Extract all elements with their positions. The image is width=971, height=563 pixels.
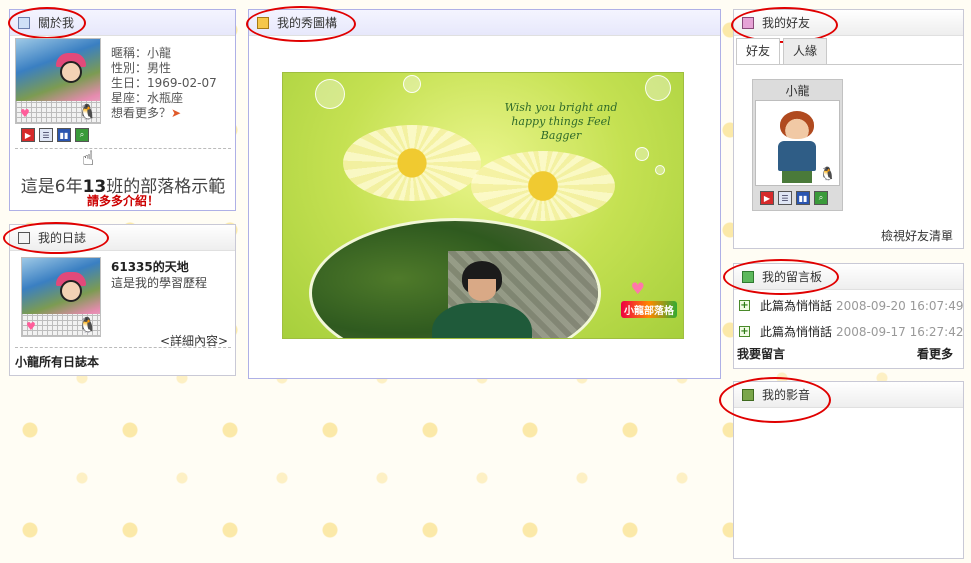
list-icon[interactable]: ☰ <box>778 191 792 205</box>
friends-header: 我的好友 <box>734 10 963 36</box>
guestbook-header: 我的留言板 <box>734 264 963 290</box>
diary-icon <box>18 231 30 244</box>
media-panel: 我的影音 <box>733 381 964 559</box>
blog-subtitle: 這是我的學習歷程 <box>111 276 208 290</box>
guestbook-icon <box>742 270 754 283</box>
daisy-flower <box>471 151 615 221</box>
diary-header: 我的日誌 <box>10 225 235 251</box>
list-icon[interactable]: ☰ <box>39 128 53 142</box>
media-header: 我的影音 <box>734 382 963 408</box>
birthday-text: 生日：1969-02-07 <box>111 76 217 90</box>
penguin-icon: 🐧 <box>78 103 97 121</box>
entry-text[interactable]: 此篇為悄悄話 <box>760 297 832 314</box>
penguin-icon: 🐧 <box>819 167 836 182</box>
friends-tabs: 好友 人緣 <box>736 38 830 64</box>
profile-icon <box>18 16 30 29</box>
guestbook-entry[interactable]: + 此篇為悄悄話 2008-09-20 16:07:49 <box>739 297 963 314</box>
expand-icon[interactable]: + <box>739 300 750 311</box>
tab-popularity[interactable]: 人緣 <box>783 38 828 64</box>
guestbook-see-more[interactable]: 看更多 <box>917 345 953 362</box>
photo-stamp: 小龍部落格 <box>621 301 677 318</box>
arrow-icon: ➤ <box>171 106 182 120</box>
photo-caption: Wish you bright and happy things Feel Ba… <box>504 101 618 142</box>
nickname-text: 暱稱：小龍 <box>111 46 172 60</box>
photo-portrait <box>309 218 601 338</box>
search-icon[interactable]: ⌕ <box>75 128 89 142</box>
about-info: 暱稱：小龍 性別：男性 生日：1969-02-07 星座：水瓶座 想看更多？➤ <box>111 46 217 121</box>
expand-icon[interactable]: + <box>739 326 750 337</box>
guestbook-entry[interactable]: + 此篇為悄悄話 2008-09-17 16:27:42 <box>739 323 963 340</box>
about-avatar[interactable]: ♥ 🐧 <box>15 38 101 124</box>
film-icon[interactable]: ▮▮ <box>57 128 71 142</box>
video-icon[interactable]: ▶ <box>760 191 774 205</box>
media-icon <box>742 388 754 401</box>
about-intro: 請多多介紹！ <box>86 194 159 208</box>
gender-text: 性別：男性 <box>111 61 172 75</box>
zodiac-text: 星座：水瓶座 <box>111 91 184 105</box>
film-icon[interactable]: ▮▮ <box>796 191 810 205</box>
heart-icon: ♥ <box>630 279 645 298</box>
showcase-photo[interactable]: Wish you bright and happy things Feel Ba… <box>282 72 684 339</box>
all-diaries-link[interactable]: 小龍所有日誌本 <box>15 353 99 370</box>
about-action-icons: ▶ ☰ ▮▮ ⌕ <box>21 128 89 142</box>
daisy-flower <box>343 125 481 201</box>
tab-friends[interactable]: 好友 <box>736 38 781 64</box>
media-title: 我的影音 <box>762 388 811 402</box>
about-divider <box>15 148 231 149</box>
guestbook-title: 我的留言板 <box>762 270 823 284</box>
view-friends-link[interactable]: 檢視好友清單 <box>881 227 953 244</box>
about-header: 關於我 <box>10 10 235 36</box>
about-title: 關於我 <box>38 16 75 30</box>
friend-icon <box>742 16 754 29</box>
penguin-icon: 🐧 <box>78 316 97 334</box>
blog-title[interactable]: 61335的天地 <box>111 258 189 275</box>
hand-cursor-icon: ☝ <box>82 146 95 170</box>
diary-avatar[interactable]: ♥ 🐧 <box>21 257 101 337</box>
showcase-title: 我的秀圖構 <box>277 16 338 30</box>
video-icon[interactable]: ▶ <box>21 128 35 142</box>
friends-title: 我的好友 <box>762 16 811 30</box>
entry-text[interactable]: 此篇為悄悄話 <box>760 323 832 340</box>
leave-message-link[interactable]: 我要留言 <box>737 345 785 362</box>
search-icon[interactable]: ⌕ <box>814 191 828 205</box>
diary-divider <box>15 347 231 348</box>
showcase-icon <box>257 16 269 29</box>
showcase-header: 我的秀圖構 <box>249 10 720 36</box>
entry-date: 2008-09-17 16:27:42 <box>836 324 964 339</box>
friend-avatar[interactable]: 🐧 <box>755 100 840 186</box>
friend-action-icons: ▶ ☰ ▮▮ ⌕ <box>760 191 828 205</box>
entry-date: 2008-09-20 16:07:49 <box>836 298 964 313</box>
friend-name[interactable]: 小龍 <box>752 82 843 99</box>
diary-title: 我的日誌 <box>38 231 87 245</box>
heart-icon: ♥ <box>20 107 30 120</box>
see-more-link[interactable]: 想看更多？➤ <box>111 106 217 121</box>
heart-icon: ♥ <box>26 320 36 333</box>
